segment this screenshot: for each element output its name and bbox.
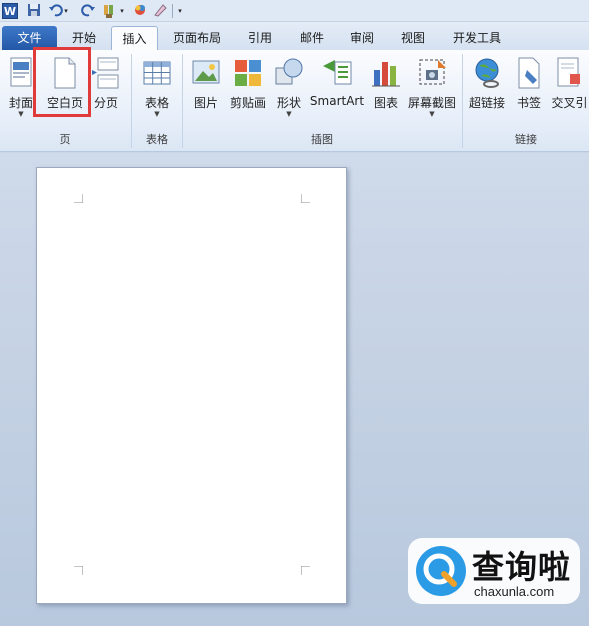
quick-access-toolbar: W ▾ ▾ ▾ [0, 0, 589, 22]
tab-references[interactable]: 引用 [238, 26, 282, 50]
document-page[interactable] [36, 167, 347, 604]
tab-mailings[interactable]: 邮件 [290, 26, 334, 50]
shapes-label: 形状 [276, 96, 301, 110]
toolbar-divider [172, 4, 174, 18]
tab-review[interactable]: 审阅 [340, 26, 384, 50]
tab-page-layout[interactable]: 页面布局 [166, 26, 228, 50]
cross-reference-label: 交叉引 [551, 96, 588, 110]
margin-corner-top-left [74, 194, 83, 203]
clipart-label: 剪贴画 [229, 96, 266, 110]
bookmark-icon [518, 57, 540, 89]
shapes-button[interactable]: 形状 ▼ [272, 54, 306, 126]
hyperlink-icon [475, 58, 499, 88]
margin-corner-bottom-right [301, 566, 310, 575]
picture-button[interactable]: 图片 [188, 54, 224, 126]
chart-button[interactable]: 图表 [368, 54, 404, 126]
toolbar-more-icon[interactable]: ▾ [176, 3, 184, 19]
tab-developer[interactable]: 开发工具 [444, 26, 510, 50]
clipart-icon [235, 60, 261, 86]
smartart-icon [323, 60, 352, 85]
clear-icon[interactable] [152, 3, 168, 19]
page-break-label: 分页 [93, 96, 118, 110]
picture-icon [192, 60, 220, 84]
group-label-pages: 页 [59, 133, 71, 146]
group-label-illustrations: 插图 [311, 133, 333, 146]
bookmark-button[interactable]: 书签 [512, 54, 546, 126]
save-icon[interactable] [26, 3, 42, 19]
tab-insert[interactable]: 插入 [111, 26, 158, 50]
clipart-button[interactable]: 剪贴画 [228, 54, 268, 126]
cross-reference-button[interactable]: 交叉引 [550, 54, 589, 126]
margin-corner-bottom-left [74, 566, 83, 575]
highlight-box [33, 47, 91, 117]
table-label: 表格 [144, 96, 169, 110]
hyperlink-button[interactable]: 超链接 [466, 54, 508, 126]
screenshot-label: 屏幕截图 [407, 96, 456, 110]
smartart-label: SmartArt [309, 94, 365, 108]
ribbon-tabs: 文件 开始 插入 页面布局 引用 邮件 审阅 视图 开发工具 [0, 22, 589, 50]
shapes-icon [275, 58, 303, 85]
page-break-icon [92, 57, 119, 89]
group-label-links: 链接 [515, 133, 537, 146]
table-icon [143, 61, 171, 85]
cross-reference-icon [557, 57, 580, 87]
bookmark-label: 书签 [516, 96, 541, 110]
word-app-icon[interactable]: W [2, 3, 18, 19]
redo-icon[interactable] [80, 3, 96, 19]
customize-dropdown-icon[interactable]: ▾ [118, 3, 126, 19]
watermark-title: 查询啦 [472, 548, 572, 586]
chevron-down-icon: ▼ [429, 110, 435, 118]
undo-dropdown-icon[interactable]: ▾ [62, 3, 70, 19]
chevron-down-icon: ▼ [154, 110, 160, 118]
page-break-button[interactable]: 分页 [90, 54, 122, 126]
smartart-button[interactable]: SmartArt [308, 54, 366, 126]
hyperlink-label: 超链接 [468, 96, 505, 110]
table-button[interactable]: 表格 ▼ [138, 54, 176, 126]
group-label-tables: 表格 [146, 133, 168, 146]
tab-view[interactable]: 视图 [391, 26, 435, 50]
search-logo-icon [416, 546, 466, 596]
chart-label: 图表 [373, 96, 398, 110]
chevron-down-icon: ▼ [286, 110, 292, 118]
watermark: 查询啦 chaxunla.com [408, 538, 580, 604]
color-icon[interactable] [132, 3, 148, 19]
screenshot-button[interactable]: 屏幕截图 ▼ [406, 54, 458, 126]
margin-corner-top-right [301, 194, 310, 203]
picture-label: 图片 [193, 96, 218, 110]
watermark-url: chaxunla.com [474, 584, 555, 599]
screenshot-icon [419, 59, 446, 85]
format-painter-icon[interactable] [102, 3, 118, 19]
chart-icon [372, 62, 400, 87]
